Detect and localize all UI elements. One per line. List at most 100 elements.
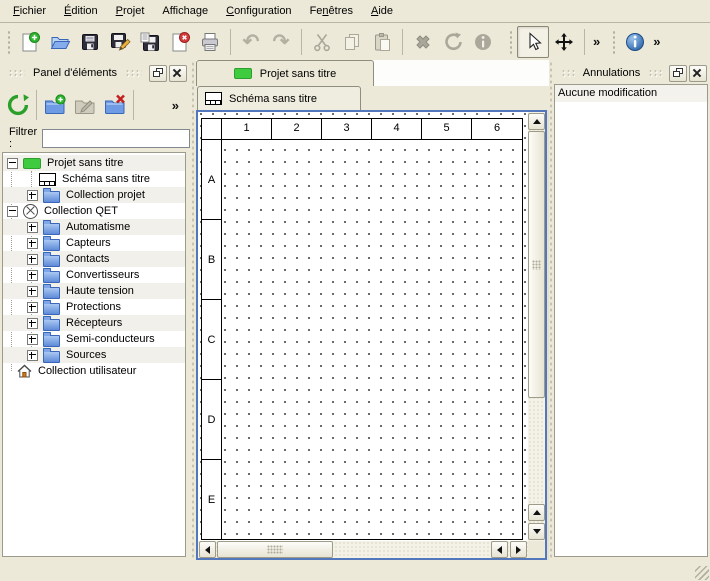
delete-category-button[interactable] [100, 90, 130, 120]
save-button[interactable] [75, 27, 105, 57]
horizontal-scrollbar[interactable] [198, 541, 528, 558]
vertical-scrollbar-thumb[interactable] [528, 131, 545, 398]
toolbar-grip[interactable] [611, 29, 616, 55]
qet-collection-icon [23, 204, 38, 219]
scroll-left-button[interactable] [491, 541, 508, 558]
menu-aide[interactable]: Aide [362, 2, 402, 20]
collapse-expander-icon[interactable] [7, 158, 18, 169]
tree-item-label: Semi-conducteurs [66, 333, 155, 345]
scroll-up-button[interactable] [528, 504, 545, 521]
resize-grip[interactable] [695, 566, 709, 580]
tree-item-semi-conducteurs[interactable]: Semi-conducteurs [3, 331, 185, 347]
rotate-icon [442, 31, 464, 53]
delete-button[interactable] [408, 27, 438, 57]
menu-fichier[interactable]: Fichier [4, 2, 55, 20]
tab-projet-sans-titre[interactable]: Projet sans titre [196, 60, 374, 86]
move-tool-icon [553, 31, 575, 53]
toolbar-grip[interactable] [508, 29, 513, 55]
edit-category-button[interactable] [70, 90, 100, 120]
diagram-frame: 1 2 3 4 5 6 A B C D E [201, 118, 523, 540]
tree-item-contacts[interactable]: Contacts [3, 251, 185, 267]
project-area: Projet sans titre Schéma sans titre 1 2 … [196, 60, 549, 560]
print-button[interactable] [195, 27, 225, 57]
tab-schema-sans-titre[interactable]: Schéma sans titre [197, 86, 361, 110]
expand-expander-icon[interactable] [27, 286, 38, 297]
cut-button[interactable] [307, 27, 337, 57]
undo-list-item[interactable]: Aucune modification [555, 85, 707, 102]
delete-icon [412, 31, 434, 53]
select-tool-button[interactable] [517, 26, 549, 58]
tree-item-recepteurs[interactable]: Récepteurs [3, 315, 185, 331]
tree-item-schema[interactable]: Schéma sans titre [3, 171, 185, 187]
diagram-canvas[interactable]: 1 2 3 4 5 6 A B C D E [198, 112, 528, 541]
tree-item-collection-projet[interactable]: Collection projet [3, 187, 185, 203]
tree-item-collection-utilisateur[interactable]: Collection utilisateur [3, 363, 185, 379]
toolbar-overflow-button[interactable]: » [650, 34, 663, 49]
arrow-down-icon [533, 529, 541, 534]
expand-expander-icon[interactable] [27, 190, 38, 201]
close-panel-button[interactable] [689, 65, 707, 82]
tree-item-projet[interactable]: Projet sans titre [3, 155, 185, 171]
close-file-button[interactable] [165, 27, 195, 57]
vertical-scrollbar[interactable] [528, 112, 545, 541]
element-info-button[interactable] [468, 27, 498, 57]
move-tool-button[interactable] [549, 27, 579, 57]
toolbar-overflow-button[interactable]: » [590, 34, 603, 49]
menu-affichage[interactable]: Affichage [153, 2, 217, 20]
schema-icon [39, 173, 56, 186]
close-panel-button[interactable] [169, 65, 187, 82]
filter-input[interactable] [42, 129, 190, 148]
undo-panel-titlebar[interactable]: Annulations [553, 60, 710, 84]
menu-projet[interactable]: Projet [107, 2, 154, 20]
mdi-area: 1 2 3 4 5 6 A B C D E [196, 110, 549, 560]
menu-fenetres[interactable]: Fenêtres [301, 2, 362, 20]
elements-panel-titlebar[interactable]: Panel d'éléments [0, 60, 190, 84]
tree-item-protections[interactable]: Protections [3, 299, 185, 315]
menu-edition[interactable]: Édition [55, 2, 107, 20]
scroll-down-button[interactable] [528, 523, 545, 540]
tree-item-label: Contacts [66, 253, 109, 265]
column-header: 3 [322, 119, 372, 139]
expand-expander-icon[interactable] [27, 238, 38, 249]
float-panel-button[interactable] [669, 65, 687, 82]
paste-button[interactable] [367, 27, 397, 57]
tree-item-convertisseurs[interactable]: Convertisseurs [3, 267, 185, 283]
tree-item-capteurs[interactable]: Capteurs [3, 235, 185, 251]
status-bar [0, 560, 710, 581]
diagram-subwindow[interactable]: 1 2 3 4 5 6 A B C D E [196, 110, 547, 560]
scroll-up-button[interactable] [528, 113, 545, 130]
horizontal-scrollbar-thumb[interactable] [217, 541, 333, 558]
expand-expander-icon[interactable] [27, 318, 38, 329]
toolbar-grip[interactable] [6, 29, 11, 55]
redo-button[interactable]: ↷ [266, 27, 296, 57]
diagram-tab-label: Schéma sans titre [229, 93, 317, 105]
undo-button[interactable]: ↶ [236, 27, 266, 57]
tree-item-sources[interactable]: Sources [3, 347, 185, 363]
collapse-expander-icon[interactable] [7, 206, 18, 217]
information-button[interactable] [620, 27, 650, 57]
tree-item-automatisme[interactable]: Automatisme [3, 219, 185, 235]
new-category-button[interactable] [40, 90, 70, 120]
scroll-right-button[interactable] [510, 541, 527, 558]
expand-expander-icon[interactable] [27, 270, 38, 281]
copy-button[interactable] [337, 27, 367, 57]
save-all-button[interactable] [135, 27, 165, 57]
expand-expander-icon[interactable] [27, 254, 38, 265]
expand-expander-icon[interactable] [27, 222, 38, 233]
save-as-button[interactable] [105, 27, 135, 57]
panel-overflow-button[interactable]: » [169, 98, 182, 113]
expand-expander-icon[interactable] [27, 334, 38, 345]
tree-item-haute-tension[interactable]: Haute tension [3, 283, 185, 299]
expand-expander-icon[interactable] [27, 350, 38, 361]
open-project-button[interactable] [45, 27, 75, 57]
tree-item-collection-qet[interactable]: Collection QET [3, 203, 185, 219]
new-document-button[interactable] [15, 27, 45, 57]
tree-item-label: Collection utilisateur [38, 365, 136, 377]
rotate-button[interactable] [438, 27, 468, 57]
menu-configuration[interactable]: Configuration [217, 2, 300, 20]
reload-collections-button[interactable] [3, 90, 33, 120]
float-panel-button[interactable] [149, 65, 167, 82]
undo-history-list: Aucune modification [554, 84, 708, 557]
scroll-left-button[interactable] [199, 541, 216, 558]
expand-expander-icon[interactable] [27, 302, 38, 313]
